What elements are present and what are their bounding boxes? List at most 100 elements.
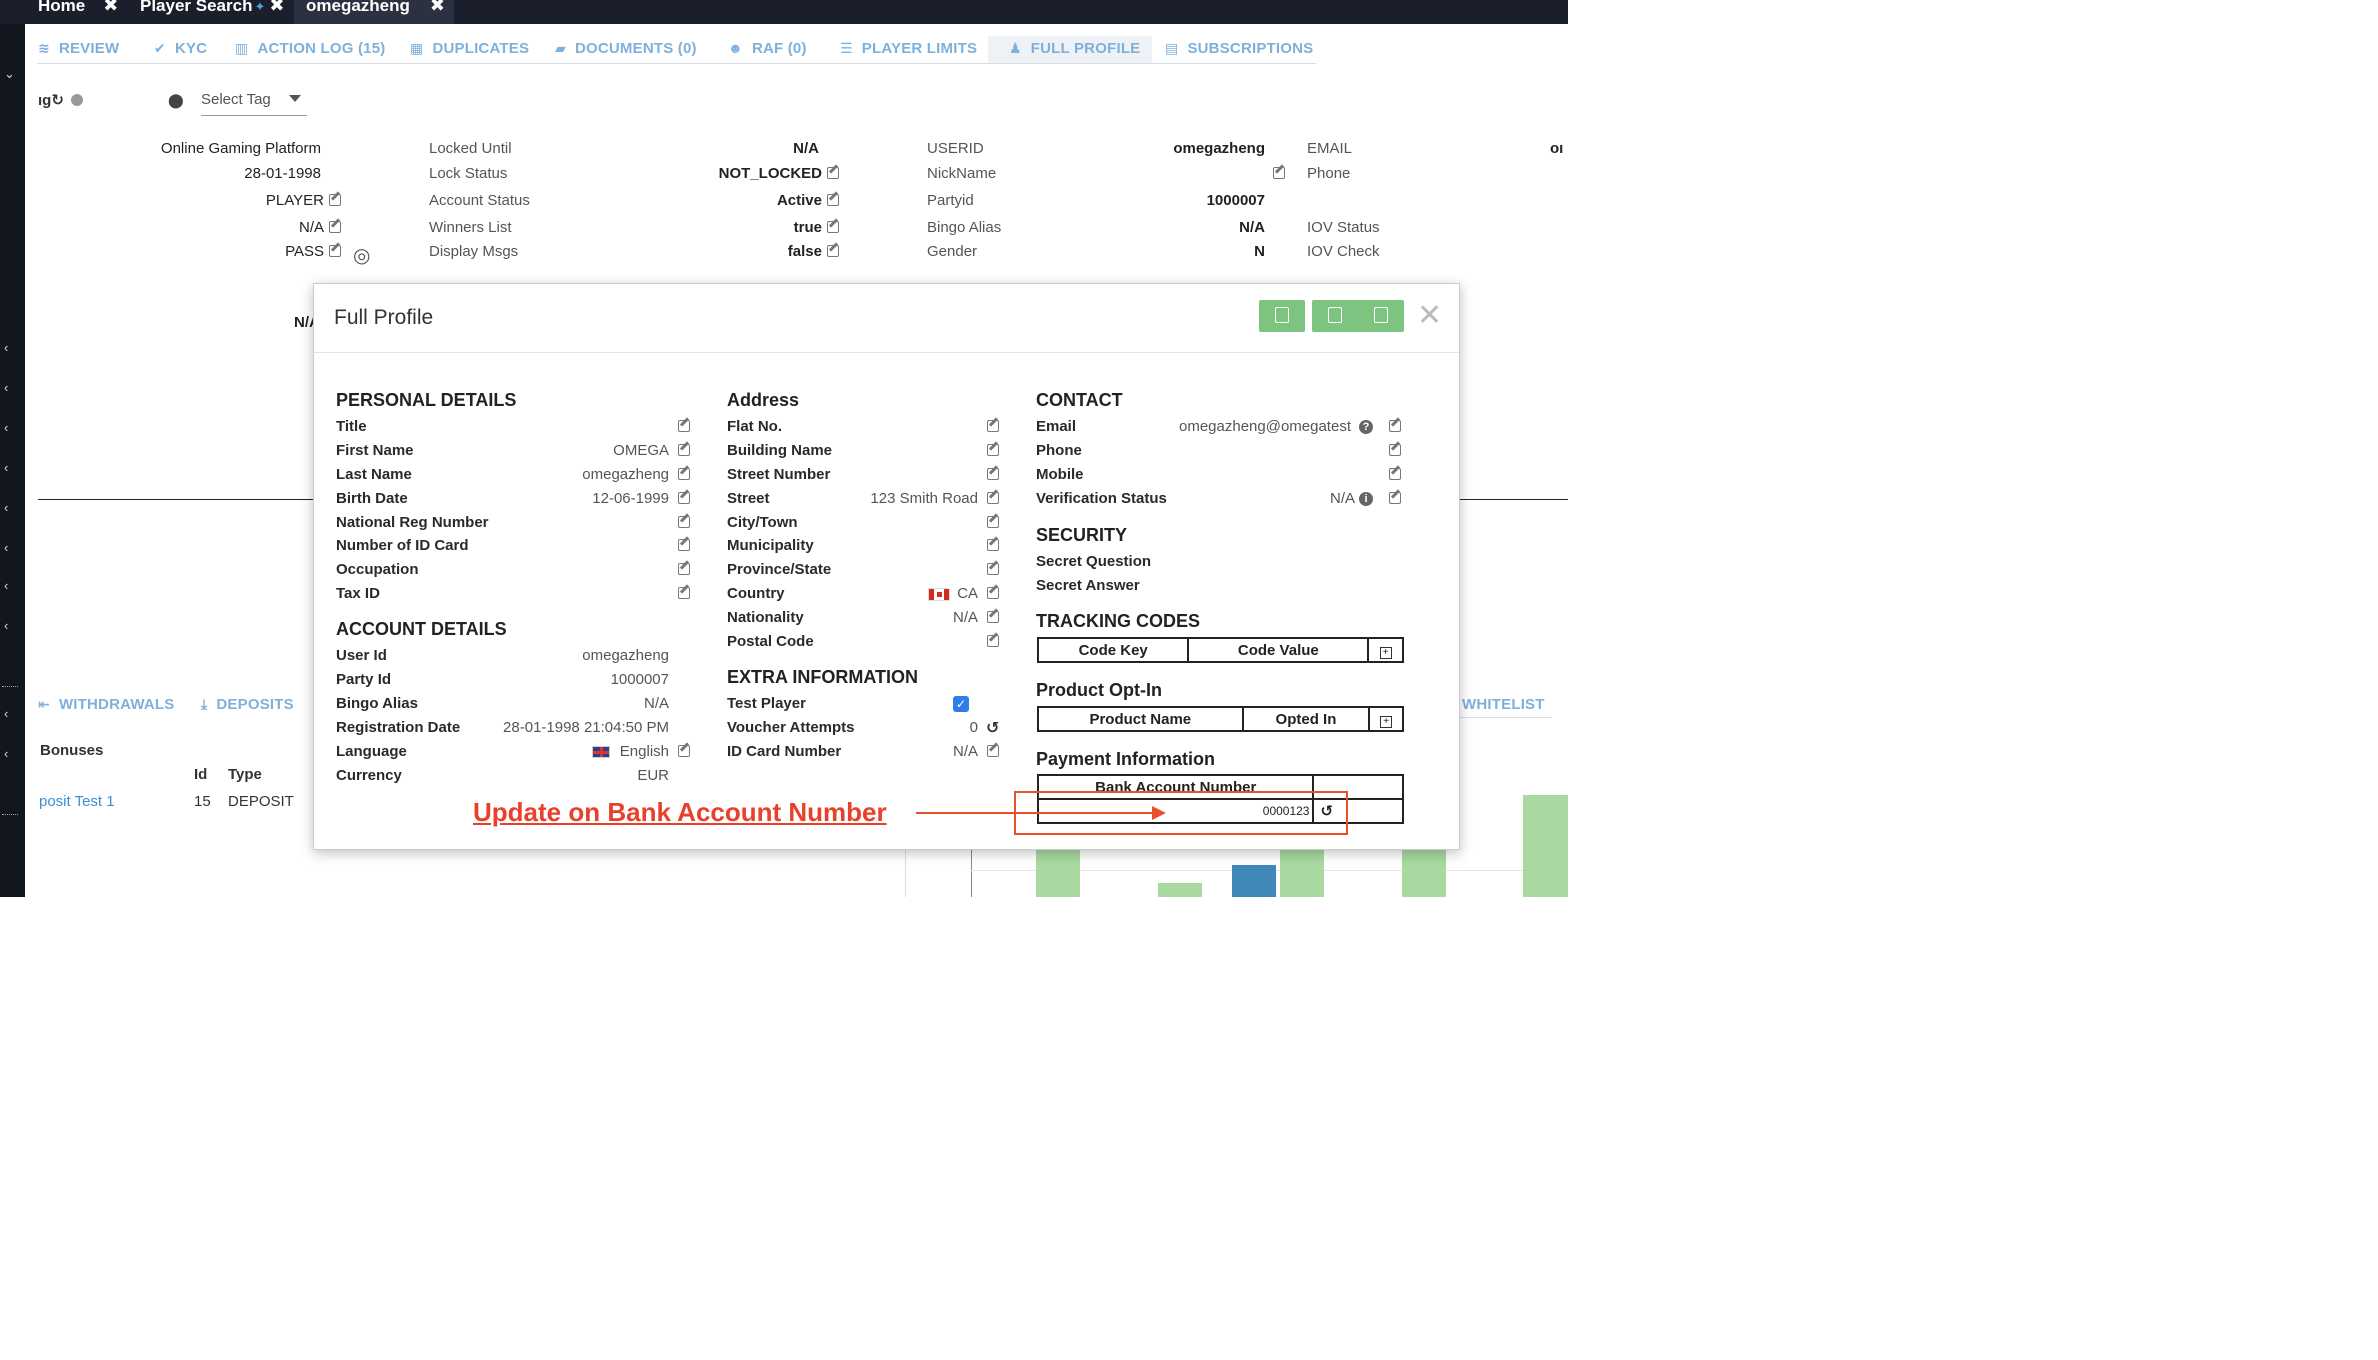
canada-flag-icon — [928, 588, 950, 601]
tab-deposits[interactable]: ⤓ DEPOSITS — [201, 696, 294, 713]
chevron-left-icon[interactable]: ‹ — [4, 746, 8, 761]
edit-icon[interactable] — [678, 492, 690, 504]
check-circle-icon: ✔ — [154, 40, 166, 56]
chevron-left-icon[interactable]: ‹ — [4, 340, 8, 355]
edit-icon[interactable] — [987, 745, 999, 757]
edit-icon[interactable] — [329, 194, 341, 206]
field-label: First Name — [336, 442, 414, 459]
field-label: User Id — [336, 647, 387, 664]
edit-icon[interactable] — [827, 194, 839, 206]
field-label: ID Card Number — [727, 743, 842, 760]
nickname-label: NickName — [927, 165, 997, 182]
test-player-checkbox[interactable]: ✓ — [953, 696, 969, 712]
edit-icon[interactable] — [1273, 167, 1285, 179]
divider — [1458, 717, 1552, 718]
edit-icon[interactable] — [678, 516, 690, 528]
partial-value: N/A — [294, 314, 314, 331]
refresh-icon[interactable]: ↻ — [51, 92, 64, 109]
divider — [2, 814, 18, 815]
file-icon: ▤ — [1165, 40, 1179, 56]
edit-icon[interactable] — [827, 167, 839, 179]
edit-icon[interactable] — [678, 420, 690, 432]
edit-icon[interactable] — [1389, 492, 1401, 504]
edit-icon[interactable] — [987, 444, 999, 456]
registration-date-value: 28-01-1998 — [244, 165, 321, 182]
tab-home[interactable]: Home ✖ — [38, 0, 118, 16]
info-icon[interactable]: i — [1359, 492, 1373, 506]
tab-omegazheng[interactable]: omegazheng ✖ — [306, 0, 445, 16]
save-button[interactable] — [1259, 300, 1305, 332]
edit-icon[interactable] — [827, 245, 839, 257]
field-value: English — [619, 743, 669, 760]
field-label: Party Id — [336, 671, 392, 688]
close-icon[interactable]: ✖ — [103, 0, 118, 15]
fingerprint-icon[interactable]: ◎ — [353, 243, 370, 268]
tab-withdrawals[interactable]: ⇤ WITHDRAWALS — [38, 696, 174, 713]
edit-icon[interactable] — [987, 611, 999, 623]
edit-icon[interactable] — [987, 516, 999, 528]
tab-player-search[interactable]: Player Search ✦ ✖ — [140, 0, 284, 16]
folder-icon: ▰ — [555, 40, 566, 56]
locked-until-value: N/A — [793, 140, 819, 157]
edit-icon[interactable] — [987, 539, 999, 551]
tab-documents[interactable]: ▰ DOCUMENTS (0) — [555, 40, 697, 57]
edit-icon[interactable] — [678, 563, 690, 575]
edit-icon[interactable] — [987, 563, 999, 575]
field-value: N/A — [952, 609, 978, 626]
edit-icon[interactable] — [329, 245, 341, 257]
excel-icon[interactable] — [1328, 307, 1342, 323]
chevron-left-icon[interactable]: ‹ — [4, 706, 8, 721]
field-label: Voucher Attempts — [727, 719, 855, 736]
tab-player-limits[interactable]: ☰ PLAYER LIMITS — [840, 40, 977, 57]
chevron-left-icon[interactable]: ‹ — [4, 420, 8, 435]
select-tag-dropdown[interactable]: Select Tag — [201, 91, 307, 116]
close-icon[interactable]: ✖ — [430, 0, 445, 15]
edit-icon[interactable] — [678, 539, 690, 551]
tab-raf[interactable]: ☻ RAF (0) — [728, 40, 807, 57]
add-code-button[interactable]: + — [1367, 637, 1404, 663]
chevron-left-icon[interactable]: ‹ — [4, 380, 8, 395]
chevron-left-icon[interactable]: ‹ — [4, 460, 8, 475]
tab-duplicates[interactable]: ▦ DUPLICATES — [410, 40, 529, 57]
bonus-id: 15 — [194, 793, 211, 810]
tab-full-profile[interactable]: ♟ FULL PROFILE — [1009, 40, 1140, 57]
bonus-name-link[interactable]: posit Test 1 — [39, 793, 115, 810]
save-icon — [1275, 307, 1289, 323]
pdf-icon[interactable] — [1374, 307, 1388, 323]
edit-icon[interactable] — [678, 745, 690, 757]
platform-value: Online Gaming Platform — [160, 140, 321, 157]
edit-icon[interactable] — [1389, 444, 1401, 456]
chevron-left-icon[interactable]: ‹ — [4, 540, 8, 555]
edit-icon[interactable] — [827, 221, 839, 233]
tab-kyc[interactable]: ✔ KYC — [154, 40, 207, 57]
close-icon[interactable]: ✖ — [269, 0, 284, 15]
edit-icon[interactable] — [329, 221, 341, 233]
help-icon[interactable]: ? — [1359, 420, 1373, 434]
edit-icon[interactable] — [678, 587, 690, 599]
chevron-left-icon[interactable]: ‹ — [4, 618, 8, 633]
edit-icon[interactable] — [1389, 420, 1401, 432]
edit-icon[interactable] — [987, 468, 999, 480]
undo-icon[interactable]: ↺ — [986, 718, 999, 738]
pin-icon[interactable]: ✦ — [254, 0, 265, 14]
tab-whitelist[interactable]: WHITELIST — [1462, 696, 1545, 713]
chevron-down-icon[interactable]: ⌄ — [4, 66, 15, 82]
edit-icon[interactable] — [678, 468, 690, 480]
users-icon: ☻ — [728, 40, 743, 56]
chevron-left-icon[interactable]: ‹ — [4, 500, 8, 515]
tab-review[interactable]: ≋ REVIEW — [38, 40, 119, 57]
edit-icon[interactable] — [987, 587, 999, 599]
address-heading: Address — [727, 390, 800, 410]
edit-icon[interactable] — [987, 635, 999, 647]
close-icon[interactable]: ✕ — [1417, 298, 1442, 333]
edit-icon[interactable] — [678, 444, 690, 456]
field-label: Tax ID — [336, 585, 380, 602]
bonus-type: DEPOSIT — [228, 793, 294, 810]
edit-icon[interactable] — [987, 420, 999, 432]
chevron-left-icon[interactable]: ‹ — [4, 578, 8, 593]
edit-icon[interactable] — [987, 492, 999, 504]
add-product-button[interactable]: + — [1368, 706, 1404, 732]
edit-icon[interactable] — [1389, 468, 1401, 480]
tab-action-log[interactable]: ▥ ACTION LOG (15) — [235, 40, 385, 57]
tab-subscriptions[interactable]: ▤ SUBSCRIPTIONS — [1165, 40, 1313, 57]
